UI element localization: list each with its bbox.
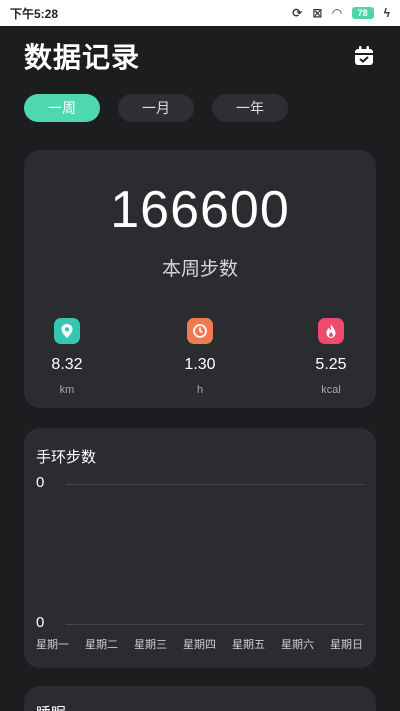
calendar-icon[interactable] bbox=[352, 44, 376, 68]
x-axis-labels: 星期一 星期二 星期三 星期四 星期五 星期六 星期日 bbox=[36, 636, 379, 652]
flame-icon bbox=[318, 318, 344, 344]
duration-value: 1.30 bbox=[184, 356, 216, 373]
location-pin-icon bbox=[54, 318, 80, 344]
tab-year[interactable]: 一年 bbox=[212, 94, 288, 122]
x-label-tue: 星期二 bbox=[85, 639, 118, 651]
status-bar: 下午5:28 ⟳ ⊠ ◠ 78 ϟ bbox=[0, 0, 400, 26]
calories-unit: kcal bbox=[321, 384, 341, 396]
weekly-summary-card: 166600 本周步数 8.32 km 1.30 h 5.25 kcal bbox=[24, 150, 376, 408]
band-steps-title: 手环步数 bbox=[36, 449, 97, 466]
status-icons: ⟳ ⊠ ◠ 78 ϟ bbox=[292, 6, 390, 20]
calories-stat: 5.25 kcal bbox=[296, 318, 366, 396]
tab-week[interactable]: 一周 bbox=[24, 94, 100, 122]
distance-stat: 8.32 km bbox=[32, 318, 102, 396]
charging-icon: ϟ bbox=[383, 6, 390, 20]
gridline-top bbox=[66, 484, 364, 485]
clock-icon bbox=[187, 318, 213, 344]
x-label-sun: 星期日 bbox=[330, 639, 363, 651]
tab-month[interactable]: 一月 bbox=[118, 94, 194, 122]
steps-total: 166600 bbox=[110, 181, 290, 239]
duration-stat: 1.30 h bbox=[165, 318, 235, 396]
distance-unit: km bbox=[59, 384, 75, 396]
page-title: 数据记录 bbox=[24, 42, 141, 73]
duration-unit: h bbox=[196, 384, 204, 396]
x-label-wed: 星期三 bbox=[134, 639, 167, 651]
x-label-fri: 星期五 bbox=[232, 639, 265, 651]
gridline-bottom bbox=[66, 624, 364, 625]
band-steps-card: 手环步数 0 0 星期一 星期二 星期三 星期四 星期五 星期六 星期日 bbox=[24, 428, 376, 668]
sleep-card[interactable]: 睡眠 bbox=[24, 686, 376, 711]
x-label-sat: 星期六 bbox=[281, 639, 314, 651]
x-label-mon: 星期一 bbox=[36, 639, 69, 651]
x-label-thu: 星期四 bbox=[183, 639, 216, 651]
y-axis-top-label: 0 bbox=[36, 474, 45, 491]
calories-value: 5.25 bbox=[315, 356, 347, 373]
period-tabs: 一周 一月 一年 bbox=[24, 94, 288, 122]
sleep-title: 睡眠 bbox=[36, 702, 66, 711]
status-time: 下午5:28 bbox=[10, 6, 59, 21]
sim-icon: ⊠ bbox=[312, 6, 323, 20]
steps-label: 本周步数 bbox=[161, 259, 238, 280]
battery-indicator: 78 bbox=[351, 7, 374, 19]
wifi-icon: ◠ bbox=[332, 6, 342, 20]
y-axis-bottom-label: 0 bbox=[36, 614, 45, 631]
header: 数据记录 bbox=[24, 36, 376, 76]
distance-value: 8.32 bbox=[51, 356, 83, 373]
sync-icon: ⟳ bbox=[292, 6, 303, 20]
